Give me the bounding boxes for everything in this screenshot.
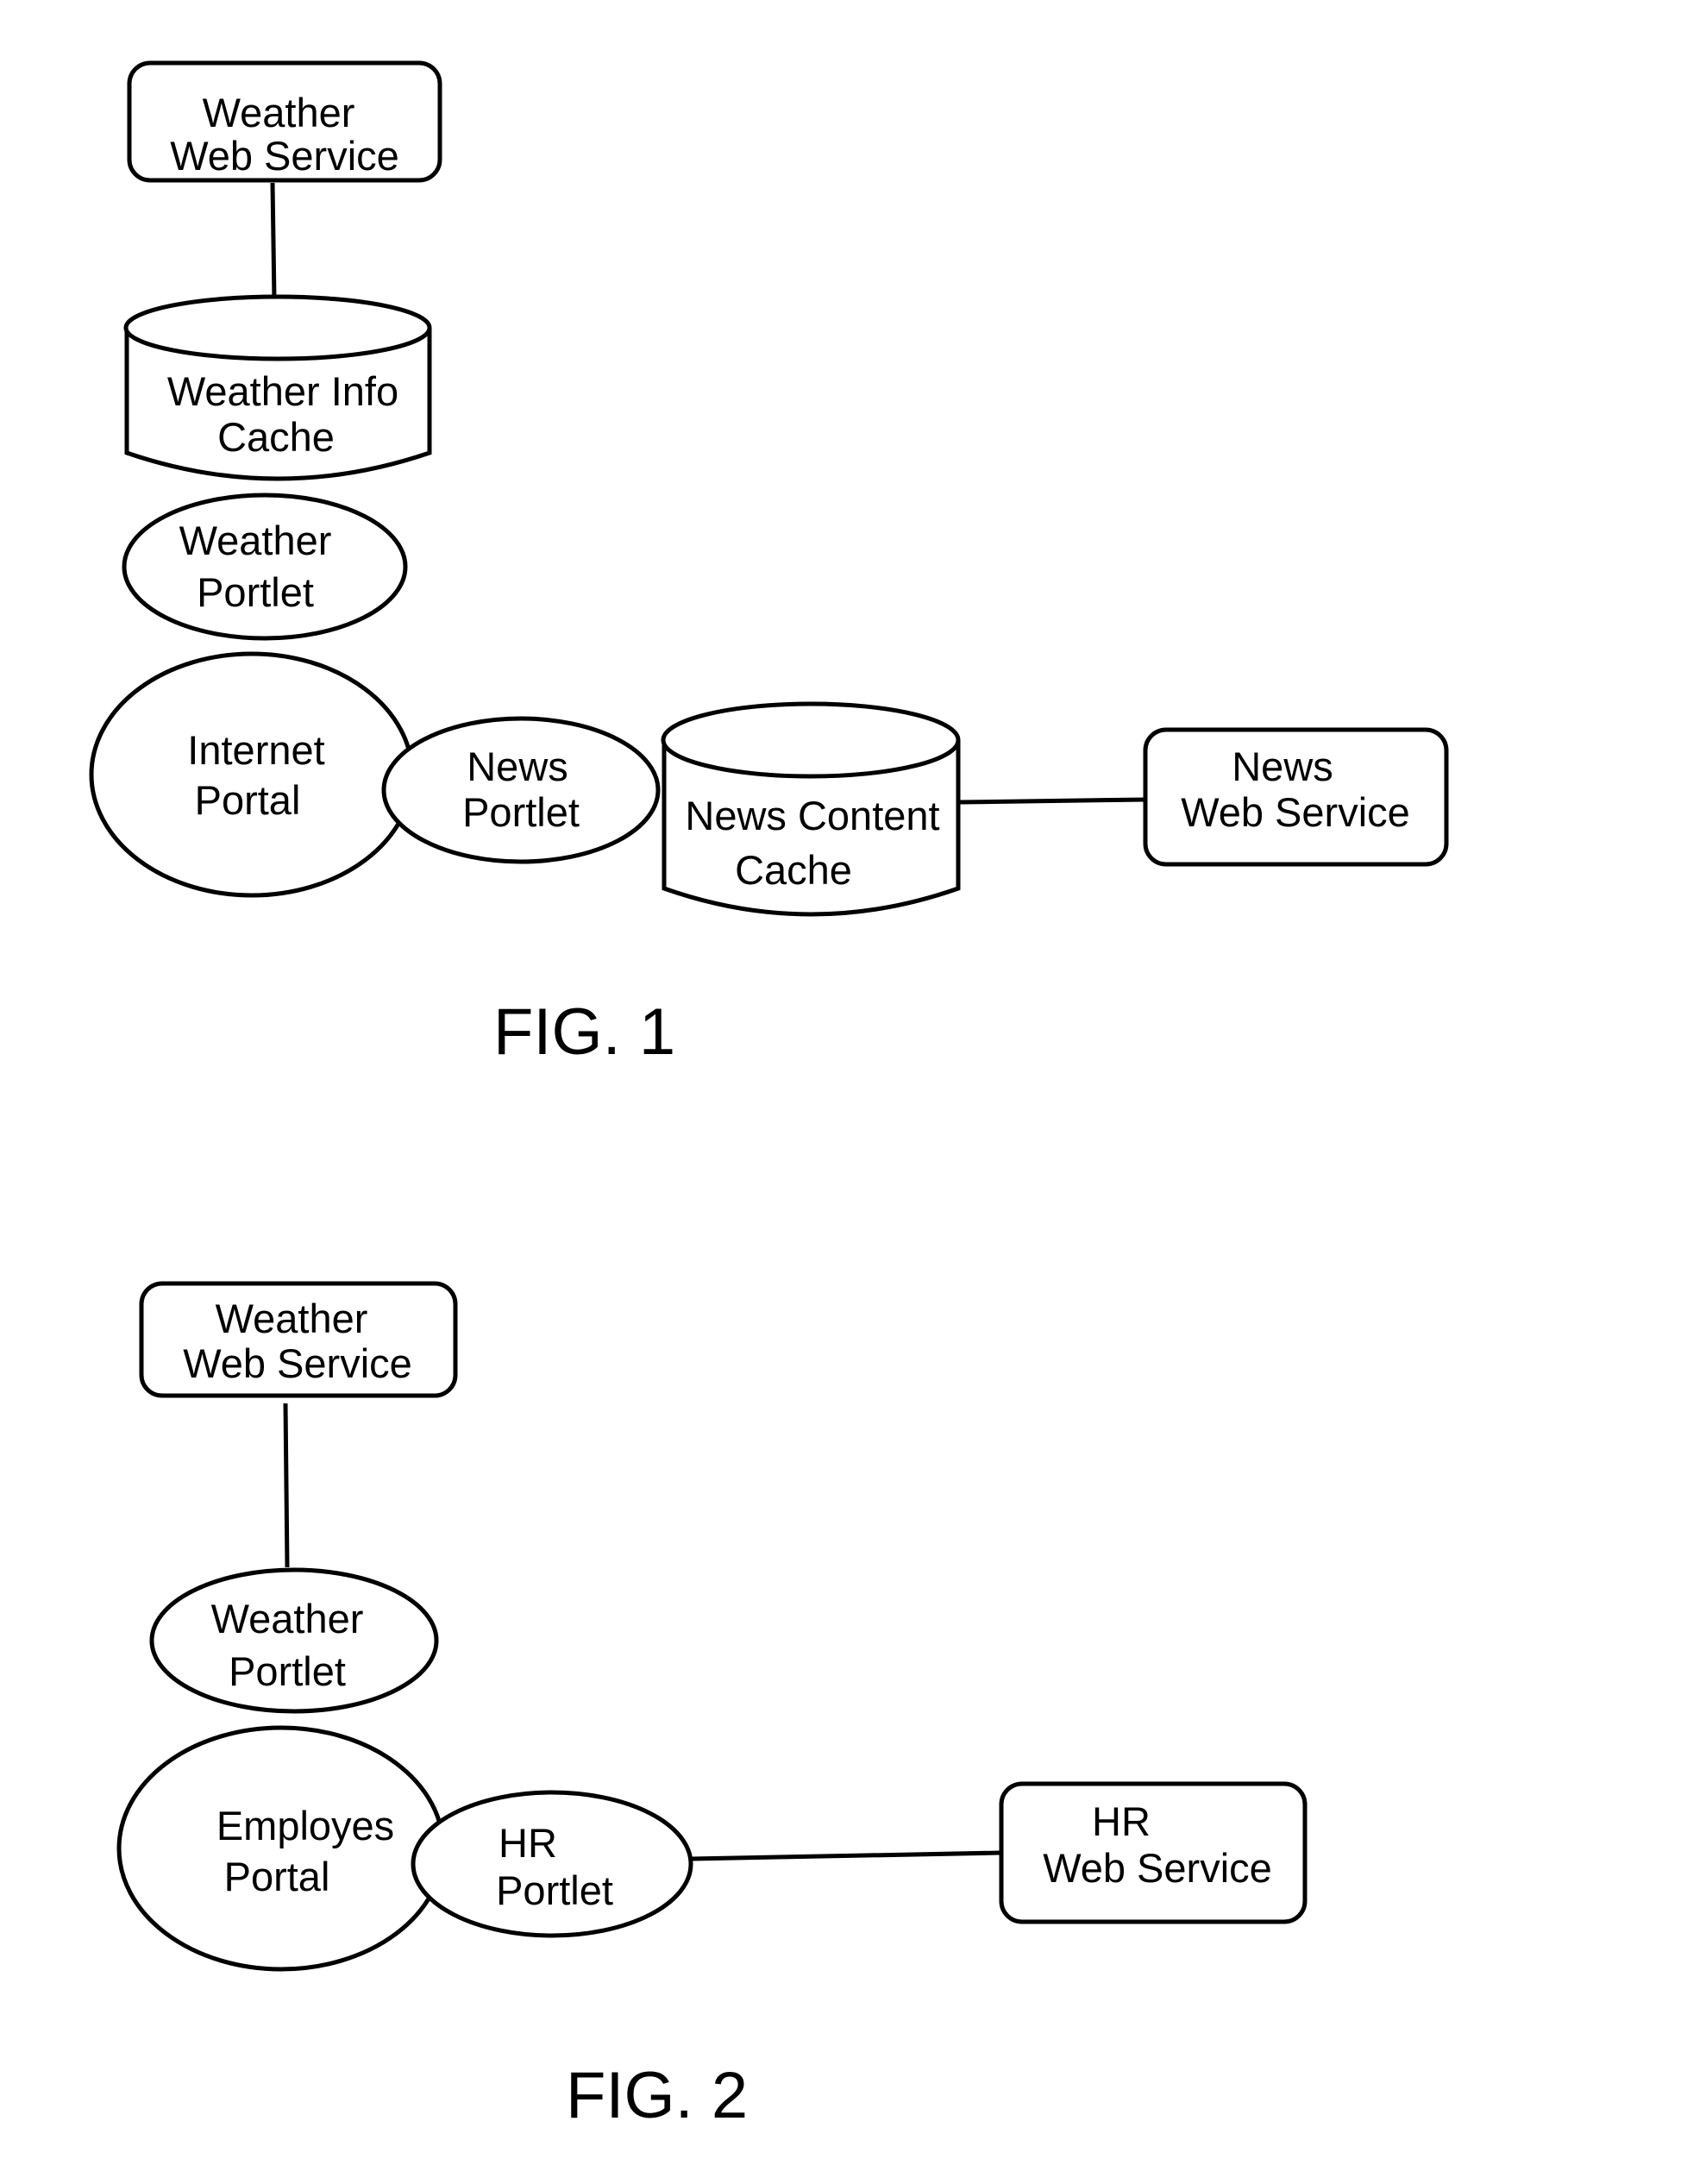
cache-cylinder-top (123, 294, 432, 361)
node-label-line-1: Weather (203, 90, 355, 135)
node-label-line-2: Web Service (183, 1340, 412, 1386)
node-label-line-1: Weather (211, 1596, 364, 1641)
portlet-ellipse (122, 493, 408, 641)
patent-diagram: Weather Web Service Weather Info Cache W… (89, 60, 1449, 2132)
node-label-line-2: Portal (195, 777, 301, 823)
weather-portlet-node: Weather Portlet (149, 1567, 439, 1714)
node-label-line-1: Weather (216, 1296, 368, 1341)
node-label-line-2: Portlet (229, 1648, 346, 1694)
connector-hr-portlet-to-service (691, 1850, 1001, 1861)
figure-2: Weather Web Service Weather Portlet Empl… (116, 1281, 1308, 2132)
portal-ellipse (89, 651, 415, 898)
weather-info-cache-node: Weather Info Cache (123, 294, 432, 481)
news-portlet-node: News Portlet (381, 716, 661, 864)
node-label-line-2: Web Service (1043, 1845, 1272, 1891)
weather-web-service-node: Weather Web Service (139, 1281, 458, 1398)
employes-portal-node: Employes Portal (116, 1725, 446, 1972)
node-label-line-1: Internet (187, 727, 324, 773)
weather-portlet-node: Weather Portlet (122, 493, 408, 641)
hr-portlet-node: HR Portlet (411, 1790, 693, 1938)
connector-news-cache-to-service (959, 797, 1146, 805)
node-label-line-2: Web Service (170, 133, 399, 179)
portal-ellipse (116, 1725, 446, 1972)
node-label-line-2: Portlet (496, 1867, 613, 1913)
node-label-line-2: Portal (224, 1854, 330, 1899)
figure-caption: FIG. 2 (566, 2059, 748, 2132)
node-label-line-1: Weather Info (167, 368, 398, 414)
figure-1: Weather Web Service Weather Info Cache W… (89, 60, 1449, 1069)
node-label-line-2: Cache (217, 414, 335, 460)
node-label-line-1: HR (499, 1820, 557, 1866)
node-label-line-1: News Content (685, 793, 939, 838)
node-label-line-2: Portlet (462, 789, 580, 835)
internet-portal-node: Internet Portal (89, 651, 415, 898)
node-label-line-2: Web Service (1181, 789, 1410, 835)
node-label-line-2: Portlet (197, 569, 314, 615)
node-label-line-1: Employes (216, 1803, 394, 1848)
node-label-line-1: Weather (179, 518, 332, 563)
cache-cylinder-top (661, 701, 961, 779)
node-label-line-2: Cache (735, 847, 852, 893)
figure-caption: FIG. 1 (493, 995, 675, 1069)
hr-web-service-node: HR Web Service (999, 1781, 1308, 1924)
node-label-line-1: News (1232, 744, 1333, 789)
news-web-service-node: News Web Service (1143, 727, 1449, 867)
node-label-line-1: News (467, 744, 568, 789)
connector-weather-service-to-cache (270, 182, 277, 301)
weather-web-service-node: Weather Web Service (127, 60, 442, 183)
node-label-line-1: HR (1092, 1798, 1151, 1844)
news-content-cache-node: News Content Cache (661, 701, 961, 917)
connector-weather-service-to-portlet (283, 1403, 290, 1568)
